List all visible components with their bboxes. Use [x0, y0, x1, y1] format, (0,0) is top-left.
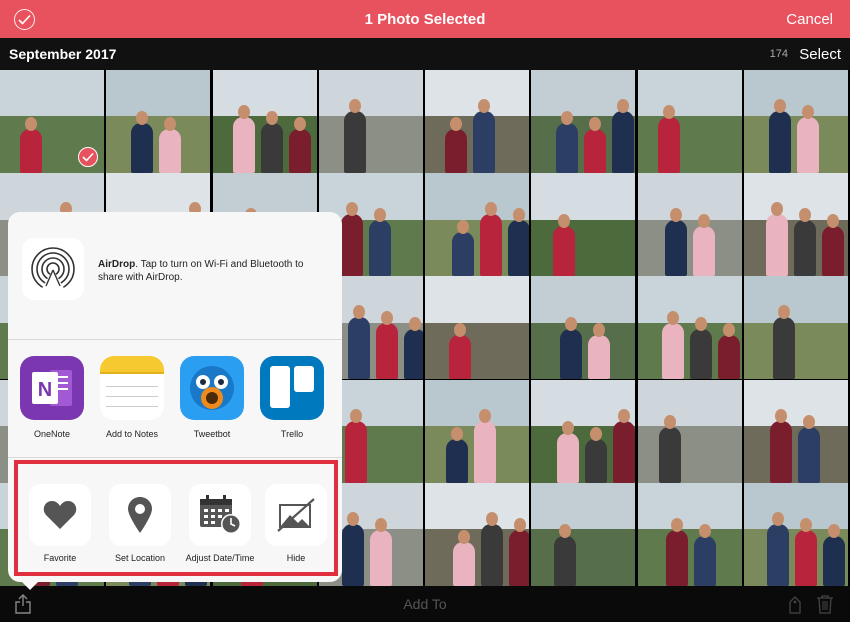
action-label-hide: Hide — [286, 553, 306, 563]
moment-header: September 2017 174 Select — [0, 38, 850, 70]
share-app-trello[interactable]: Trello — [258, 356, 326, 439]
photo-thumbnail[interactable] — [637, 482, 742, 586]
photo-thumbnail[interactable] — [425, 70, 529, 173]
action-label-adjust-date-time: Adjust Date/Time — [185, 553, 255, 563]
svg-text:N: N — [38, 379, 52, 401]
photo-thumbnail[interactable] — [0, 70, 104, 173]
photo-thumbnail[interactable] — [637, 70, 742, 173]
share-app-notes[interactable]: Add to Notes — [98, 356, 166, 439]
airdrop-message: AirDrop. Tap to turn on Wi-Fi and Blueto… — [98, 258, 328, 284]
airdrop-icon[interactable] — [22, 238, 84, 300]
photo-thumbnail[interactable] — [743, 379, 848, 483]
share-sheet: AirDrop. Tap to turn on Wi-Fi and Blueto… — [8, 212, 342, 590]
app-label-notes: Add to Notes — [105, 429, 159, 439]
photo-thumbnail[interactable] — [531, 173, 636, 277]
selection-top-bar: 1 Photo Selected Cancel — [0, 0, 850, 38]
photo-count: 174 — [769, 48, 788, 60]
photo-thumbnail[interactable] — [106, 70, 211, 173]
photo-thumbnail[interactable] — [743, 482, 848, 586]
photo-thumbnail[interactable] — [425, 173, 529, 277]
share-apps-row: N OneNote Add to Notes Tweetbot Trello — [8, 340, 342, 458]
tag-icon[interactable] — [788, 595, 802, 615]
photo-thumbnail[interactable] — [425, 482, 529, 586]
heart-icon — [29, 484, 91, 546]
photo-thumbnail[interactable] — [531, 482, 636, 586]
tweetbot-icon — [180, 356, 244, 420]
photo-thumbnail[interactable] — [425, 379, 529, 483]
photo-thumbnail[interactable] — [531, 70, 636, 173]
action-favorite[interactable]: Favorite — [22, 484, 98, 564]
photo-thumbnail[interactable] — [637, 276, 742, 380]
photo-thumbnail[interactable] — [531, 379, 636, 483]
photo-thumbnail[interactable] — [425, 276, 529, 380]
selection-title: 1 Photo Selected — [364, 11, 486, 28]
selected-check-icon — [78, 147, 98, 167]
action-adjust-date-time[interactable]: Adjust Date/Time — [182, 484, 258, 564]
photo-thumbnail[interactable] — [318, 70, 423, 173]
app-label-trello: Trello — [280, 429, 304, 439]
cancel-button[interactable]: Cancel — [786, 11, 833, 28]
notes-icon — [100, 356, 164, 420]
actions-highlight: Favorite Set Location Adjust Date/Time H… — [14, 460, 338, 576]
photo-thumbnail[interactable] — [637, 379, 742, 483]
photo-thumbnail[interactable] — [531, 276, 636, 380]
calendar-clock-icon — [189, 484, 251, 546]
airdrop-title: AirDrop — [98, 259, 136, 270]
photo-thumbnail[interactable] — [637, 173, 742, 277]
select-button[interactable]: Select — [799, 46, 841, 63]
app-label-onenote: OneNote — [33, 429, 71, 439]
trello-icon — [260, 356, 324, 420]
share-app-onenote[interactable]: N OneNote — [18, 356, 86, 439]
action-set-location[interactable]: Set Location — [102, 484, 178, 564]
photo-thumbnail[interactable] — [743, 276, 848, 380]
photo-thumbnail[interactable] — [212, 70, 317, 173]
onenote-icon: N — [20, 356, 84, 420]
photo-thumbnail[interactable] — [743, 70, 848, 173]
bottom-toolbar: Add To — [0, 586, 850, 622]
action-label-set-location: Set Location — [114, 553, 166, 563]
moment-date: September 2017 — [9, 46, 117, 62]
action-label-favorite: Favorite — [43, 553, 77, 563]
trash-icon[interactable] — [816, 594, 834, 614]
app-label-tweetbot: Tweetbot — [193, 429, 231, 439]
hide-icon — [265, 484, 327, 546]
action-hide[interactable]: Hide — [258, 484, 334, 564]
location-pin-icon — [109, 484, 171, 546]
popover-arrow — [22, 582, 38, 590]
share-app-tweetbot[interactable]: Tweetbot — [178, 356, 246, 439]
add-to-button[interactable]: Add To — [0, 596, 850, 612]
photo-thumbnail[interactable] — [743, 173, 848, 277]
airdrop-section: AirDrop. Tap to turn on Wi-Fi and Blueto… — [8, 212, 342, 340]
